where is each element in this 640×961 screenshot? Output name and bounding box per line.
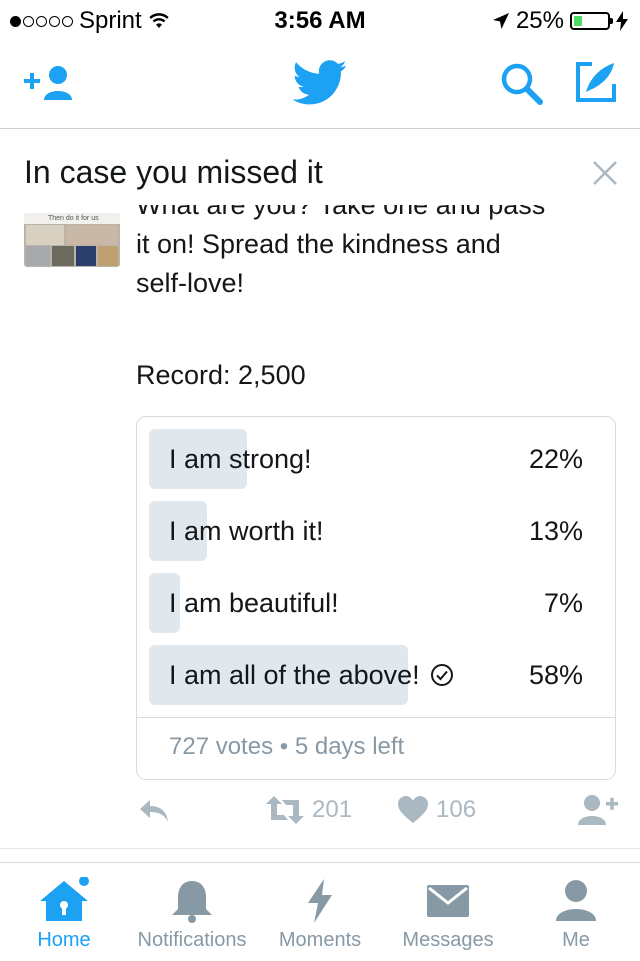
like-count: 106 — [436, 796, 477, 823]
reply-icon — [140, 800, 168, 822]
poll-option-selected[interactable]: I am all of the above! 58% — [149, 645, 605, 705]
close-icon[interactable] — [592, 160, 618, 186]
person-icon — [556, 880, 596, 921]
poll-option[interactable]: I am beautiful! 7% — [149, 573, 605, 633]
tweet-text-line-2: it on! Spread the kindness and — [136, 229, 501, 259]
poll-option-percent: 22% — [528, 444, 583, 474]
tab-label: Me — [562, 929, 590, 951]
poll-option-label: I am strong! — [169, 444, 312, 474]
tab-moments[interactable]: Moments — [256, 863, 384, 961]
tab-label: Notifications — [137, 929, 247, 951]
battery-icon — [570, 12, 613, 30]
tab-label: Home — [37, 929, 91, 951]
poll-divider — [137, 717, 615, 718]
tab-label: Messages — [402, 929, 494, 951]
add-user-icon[interactable] — [24, 64, 76, 104]
retweet-count: 201 — [312, 796, 353, 823]
tweet-separator — [0, 848, 640, 863]
bell-icon — [172, 881, 212, 923]
poll-meta-separator: • — [279, 733, 289, 760]
status-bar: Sprint 3:56 AM 25% — [0, 0, 640, 40]
poll-option[interactable]: I am worth it! 13% — [149, 501, 605, 561]
poll-option-percent: 13% — [528, 516, 583, 546]
top-nav-bar — [0, 40, 640, 129]
lightning-icon — [308, 879, 332, 923]
thumbnail-caption: Then do it for us — [24, 213, 120, 224]
reply-button[interactable] — [138, 798, 170, 824]
tab-notifications[interactable]: Notifications — [128, 863, 256, 961]
tab-home[interactable]: Home — [0, 863, 128, 961]
add-user-icon — [578, 795, 618, 825]
tweet-text: What are you? Take one and pass it on! S… — [136, 205, 616, 303]
tweet-record: Record: 2,500 — [136, 360, 306, 390]
follow-user-button[interactable] — [578, 794, 618, 826]
tab-label: Moments — [278, 929, 362, 951]
poll-option-label: I am all of the above! — [169, 660, 420, 690]
tweet-text-line-3: self-love! — [136, 268, 245, 298]
tweet-thumbnail[interactable]: Then do it for us — [24, 213, 120, 267]
section-title: In case you missed it — [24, 154, 323, 190]
retweet-button[interactable]: 201 — [266, 796, 352, 824]
compose-tweet-icon[interactable] — [574, 60, 618, 104]
tab-me[interactable]: Me — [512, 863, 640, 961]
poll-votes: 727 votes — [169, 733, 274, 760]
poll-option-label: I am worth it! — [169, 516, 324, 546]
tweet-actions: 201 106 — [0, 790, 640, 834]
charging-bolt-icon — [616, 11, 628, 31]
envelope-icon — [427, 885, 469, 917]
tweet-text-line-1: What are you? Take one and pass — [136, 205, 546, 220]
poll-card: I am strong! 22% I am worth it! 13% I am… — [136, 416, 616, 780]
poll-meta: 727 votes • 5 days left — [169, 733, 404, 761]
bottom-tab-bar: Home Notifications Moments Messages Me — [0, 862, 640, 961]
poll-time-left: 5 days left — [294, 733, 405, 760]
poll-option[interactable]: I am strong! 22% — [149, 429, 605, 489]
like-button[interactable]: 106 — [398, 796, 476, 824]
poll-option-label: I am beautiful! — [169, 588, 339, 618]
search-icon[interactable] — [500, 62, 544, 106]
twitter-bird-icon[interactable] — [292, 60, 348, 106]
battery-percent: 25% — [515, 7, 564, 34]
location-arrow-icon — [492, 13, 509, 29]
poll-option-percent: 58% — [528, 660, 583, 690]
tab-messages[interactable]: Messages — [384, 863, 512, 961]
check-circle-icon — [430, 664, 453, 686]
heart-icon — [398, 796, 428, 823]
home-icon — [40, 877, 89, 921]
poll-option-percent: 7% — [543, 588, 583, 618]
retweet-icon — [266, 796, 304, 824]
